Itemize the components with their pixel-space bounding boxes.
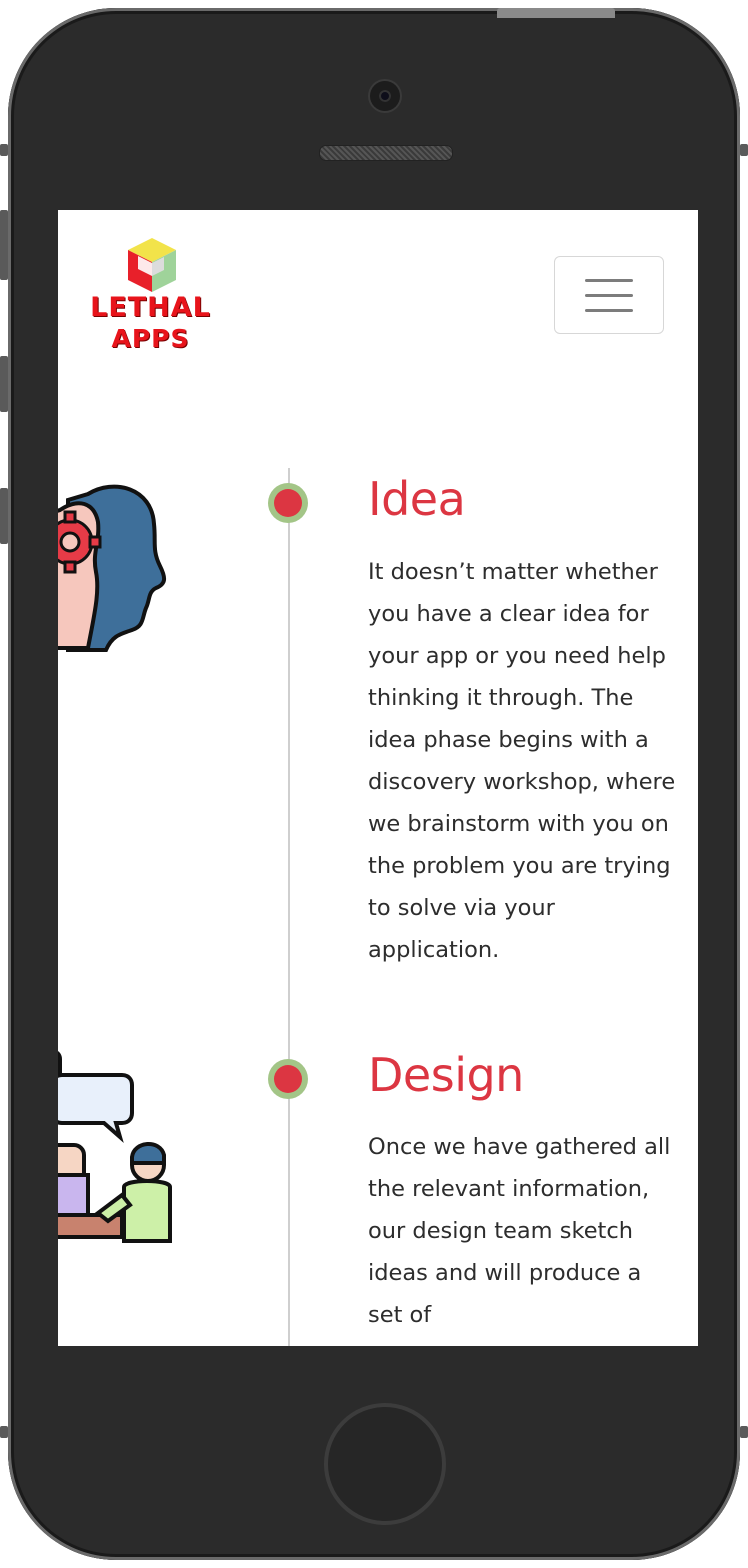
- screen: LETHAL APPS Idea It doesn’t matter wheth…: [58, 210, 698, 1346]
- brain-gear-icon: [58, 484, 167, 652]
- meeting-discussion-icon: [58, 1051, 172, 1243]
- cube-logo-icon: [128, 238, 176, 292]
- timeline-marker-design: [268, 1059, 308, 1099]
- hamburger-bar-middle: [585, 294, 633, 297]
- hamburger-bar-bottom: [585, 309, 633, 312]
- power-button: [497, 8, 615, 18]
- logo-text-apps: APPS: [111, 324, 190, 353]
- step-title-design: Design: [368, 1048, 524, 1102]
- front-camera: [370, 81, 400, 111]
- side-notch: [0, 144, 8, 156]
- mute-switch: [0, 210, 8, 280]
- timeline-marker-idea: [268, 483, 308, 523]
- step-text-idea: It doesn’t matter whether you have a cle…: [368, 559, 676, 963]
- menu-toggle-button[interactable]: [554, 256, 664, 334]
- side-notch-bottom-right: [740, 1426, 748, 1438]
- step-text-design: Once we have gathered all the relevant i…: [368, 1134, 671, 1328]
- timeline-line: [288, 468, 290, 1346]
- volume-down-button: [0, 488, 8, 544]
- earpiece-speaker: [319, 145, 453, 161]
- home-button[interactable]: [324, 1403, 446, 1525]
- side-notch-bottom-left: [0, 1426, 8, 1438]
- volume-up-button: [0, 356, 8, 412]
- hamburger-bar-top: [585, 279, 633, 282]
- brand-logo[interactable]: LETHAL APPS: [88, 236, 213, 360]
- side-notch-right: [740, 144, 748, 156]
- logo-text-lethal: LETHAL: [90, 292, 211, 323]
- step-title-idea: Idea: [368, 472, 466, 526]
